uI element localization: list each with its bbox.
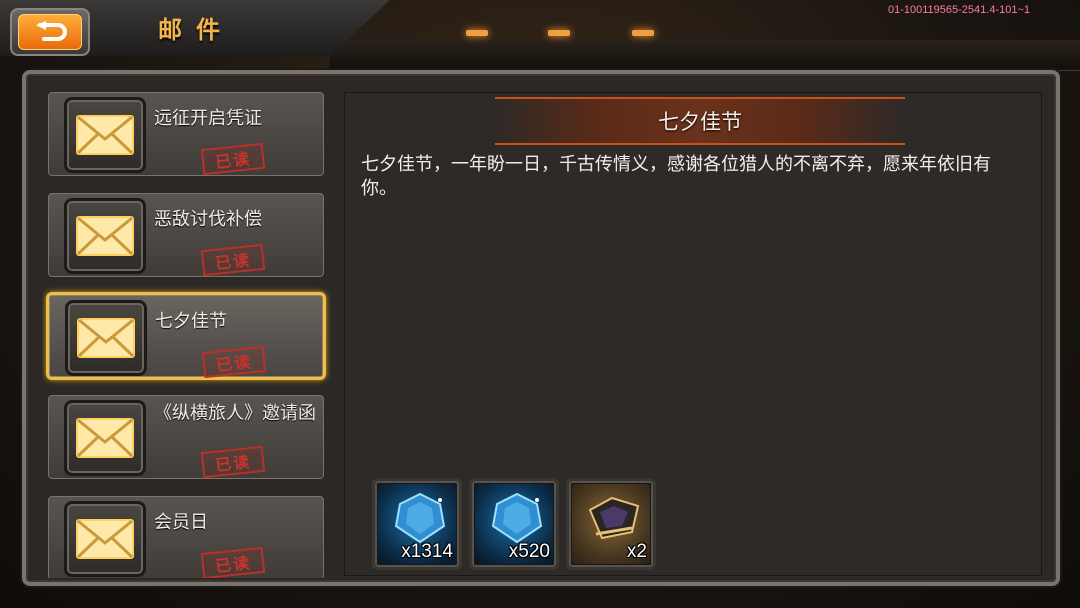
attachment-slot[interactable]: x2: [566, 478, 656, 570]
mail-item[interactable]: 会员日 已读: [46, 494, 326, 578]
attachment-count: x2: [626, 541, 647, 562]
mail-subject: 会员日: [154, 512, 208, 533]
back-button[interactable]: [10, 8, 90, 56]
mail-subject: 七夕佳节: [155, 311, 227, 332]
mail-title-bar: 七夕佳节: [495, 97, 905, 145]
attachment-slot[interactable]: x520: [469, 478, 559, 570]
read-stamp: 已读: [200, 142, 266, 176]
envelope-icon: [64, 198, 146, 274]
mail-subject: 《纵横旅人》邀请函: [154, 403, 316, 424]
mail-item[interactable]: 远征开启凭证 已读: [46, 90, 326, 178]
mail-title: 七夕佳节: [658, 110, 742, 134]
read-stamp: 已读: [201, 345, 267, 379]
mail-item[interactable]: 恶敌讨伐补偿 已读: [46, 191, 326, 279]
page-title: 邮件: [158, 16, 234, 44]
mail-body: 七夕佳节，一年盼一日，千古传情义，感谢各位猎人的不离不弃，愿来年依旧有你。: [361, 154, 991, 199]
read-stamp: 已读: [200, 445, 266, 479]
version-text: 01-100119565-2541.4-101~1: [887, 4, 1030, 16]
attachment-slot[interactable]: x1314: [372, 478, 462, 570]
return-arrow-icon: [18, 14, 82, 50]
mail-subject: 恶敌讨伐补偿: [154, 209, 262, 230]
attachment-count: x1314: [401, 541, 453, 562]
read-stamp: 已读: [200, 546, 266, 578]
background-light: [466, 30, 488, 36]
mail-list[interactable]: 远征开启凭证 已读 恶敌讨伐补偿 已读 七夕佳节 已读 《纵横旅人》邀请函 已读…: [42, 90, 332, 578]
mail-item-selected[interactable]: 七夕佳节 已读: [46, 292, 326, 380]
background-light: [632, 30, 654, 36]
envelope-icon: [64, 400, 146, 476]
background-rail: [330, 40, 1080, 71]
mail-subject: 远征开启凭证: [154, 108, 262, 129]
envelope-icon: [65, 300, 147, 376]
envelope-icon: [64, 501, 146, 577]
background-light: [548, 30, 570, 36]
read-stamp: 已读: [200, 243, 266, 277]
attachment-count: x520: [508, 541, 550, 562]
envelope-icon: [64, 97, 146, 173]
mail-item[interactable]: 《纵横旅人》邀请函 已读: [46, 393, 326, 481]
